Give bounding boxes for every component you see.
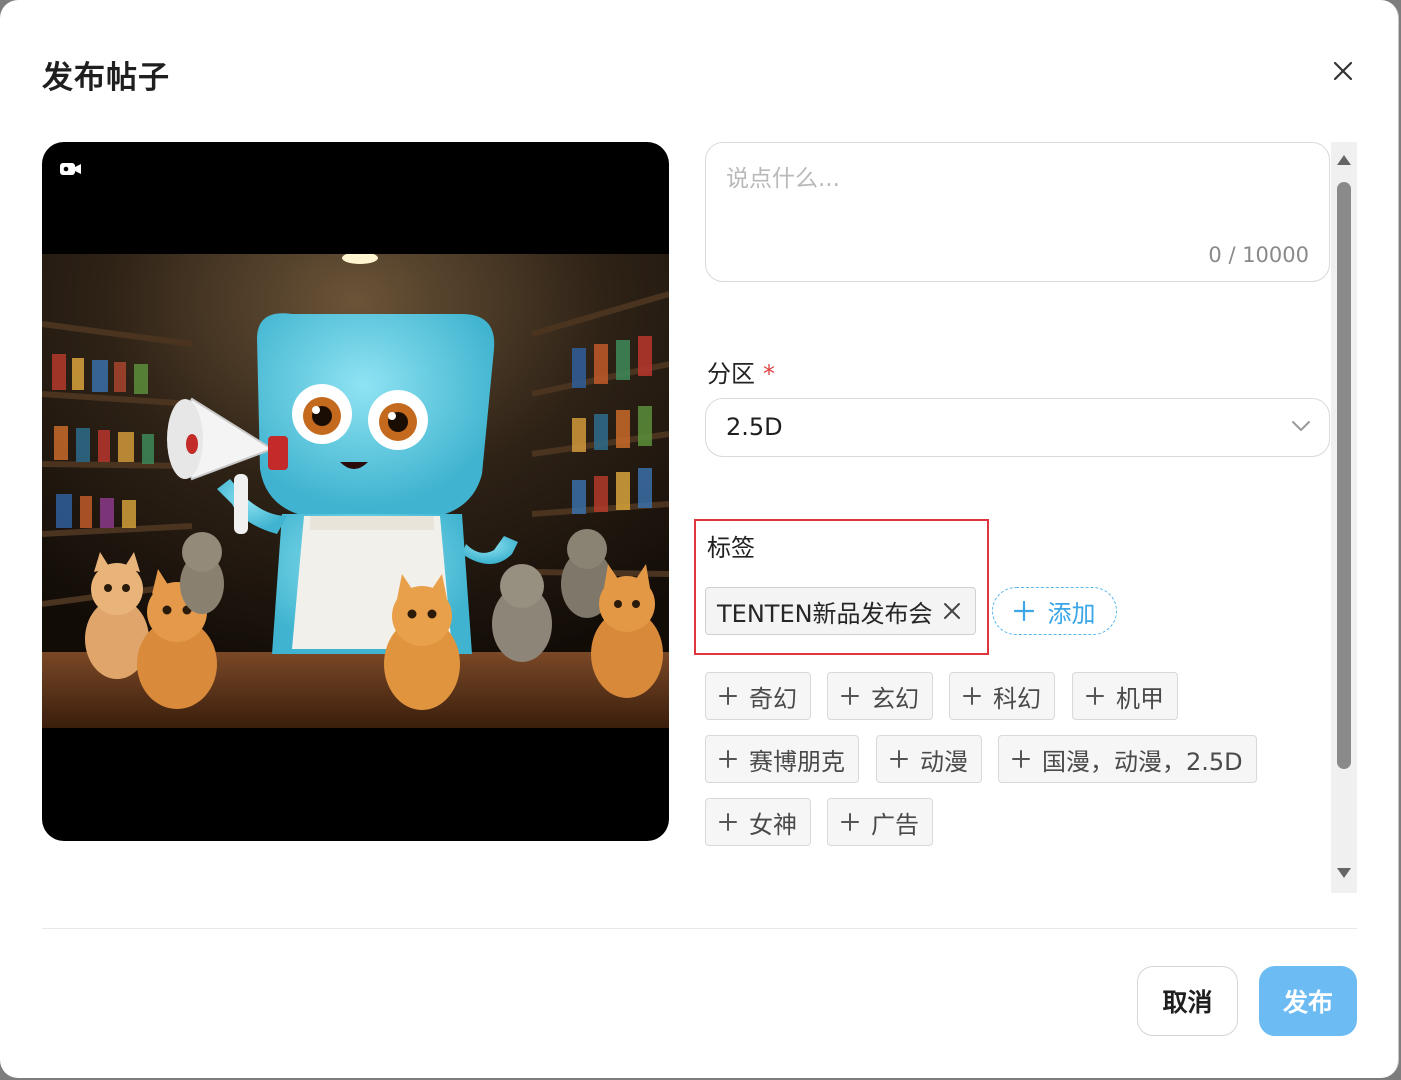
publish-post-dialog: 发布帖子 说点什么... 0 / 10000 分区 * 2.5D 标签 TENT…	[0, 0, 1399, 1078]
scroll-down-arrow-icon[interactable]	[1336, 867, 1352, 879]
required-mark: *	[763, 360, 775, 388]
section-label: 分区 *	[707, 354, 775, 389]
suggested-tag-label: 赛博朋克	[749, 747, 845, 776]
plus-icon	[1012, 750, 1030, 768]
suggested-tag[interactable]: 机甲	[1072, 672, 1178, 720]
plus-icon	[890, 750, 908, 768]
plus-icon	[719, 813, 737, 831]
character-counter: 0 / 10000	[1208, 243, 1309, 267]
plus-icon	[1086, 687, 1104, 705]
dialog-title: 发布帖子	[42, 60, 170, 96]
cancel-button[interactable]: 取消	[1137, 966, 1238, 1036]
form-scrollbar[interactable]	[1331, 142, 1357, 893]
section-select[interactable]: 2.5D	[705, 398, 1330, 457]
suggested-tag-label: 玄幻	[871, 684, 919, 713]
suggested-tag-label: 动漫	[920, 747, 968, 776]
section-label-text: 分区	[707, 360, 755, 388]
suggested-tag[interactable]: 国漫，动漫，2.5D	[998, 735, 1257, 783]
suggested-tag[interactable]: 玄幻	[827, 672, 933, 720]
footer-divider	[42, 928, 1357, 929]
chevron-down-icon	[1292, 421, 1310, 431]
suggested-tag-label: 国漫，动漫，2.5D	[1042, 747, 1243, 776]
suggested-tag[interactable]: 科幻	[949, 672, 1055, 720]
media-preview[interactable]	[42, 142, 669, 841]
suggested-tag-label: 女神	[749, 810, 797, 839]
suggested-tag[interactable]: 女神	[705, 798, 811, 846]
scroll-up-arrow-icon[interactable]	[1336, 154, 1352, 166]
suggested-tag[interactable]: 广告	[827, 798, 933, 846]
suggested-tag-label: 广告	[871, 810, 919, 839]
suggested-tag[interactable]: 赛博朋克	[705, 735, 859, 783]
add-tag-button[interactable]: 添加	[992, 587, 1117, 635]
plus-icon	[841, 813, 859, 831]
section-selected-value: 2.5D	[726, 413, 783, 441]
close-button[interactable]	[1326, 54, 1360, 88]
plus-icon	[1013, 601, 1034, 621]
suggested-tag[interactable]: 动漫	[876, 735, 982, 783]
suggested-tag[interactable]: 奇幻	[705, 672, 811, 720]
close-icon	[1333, 61, 1353, 81]
plus-icon	[719, 750, 737, 768]
suggested-tag-label: 科幻	[993, 684, 1041, 713]
highlight-box	[694, 519, 989, 655]
plus-icon	[841, 687, 859, 705]
plus-icon	[719, 687, 737, 705]
video-camera-icon	[60, 163, 81, 175]
preview-image	[42, 254, 669, 728]
publish-button[interactable]: 发布	[1259, 966, 1357, 1036]
add-tag-label: 添加	[1047, 599, 1096, 628]
suggested-tag-label: 奇幻	[749, 684, 797, 713]
post-content-textarea[interactable]: 说点什么... 0 / 10000	[705, 142, 1330, 282]
suggested-tag-label: 机甲	[1116, 684, 1164, 713]
scrollbar-thumb[interactable]	[1337, 182, 1351, 769]
content-placeholder: 说点什么...	[726, 166, 840, 192]
plus-icon	[963, 687, 981, 705]
